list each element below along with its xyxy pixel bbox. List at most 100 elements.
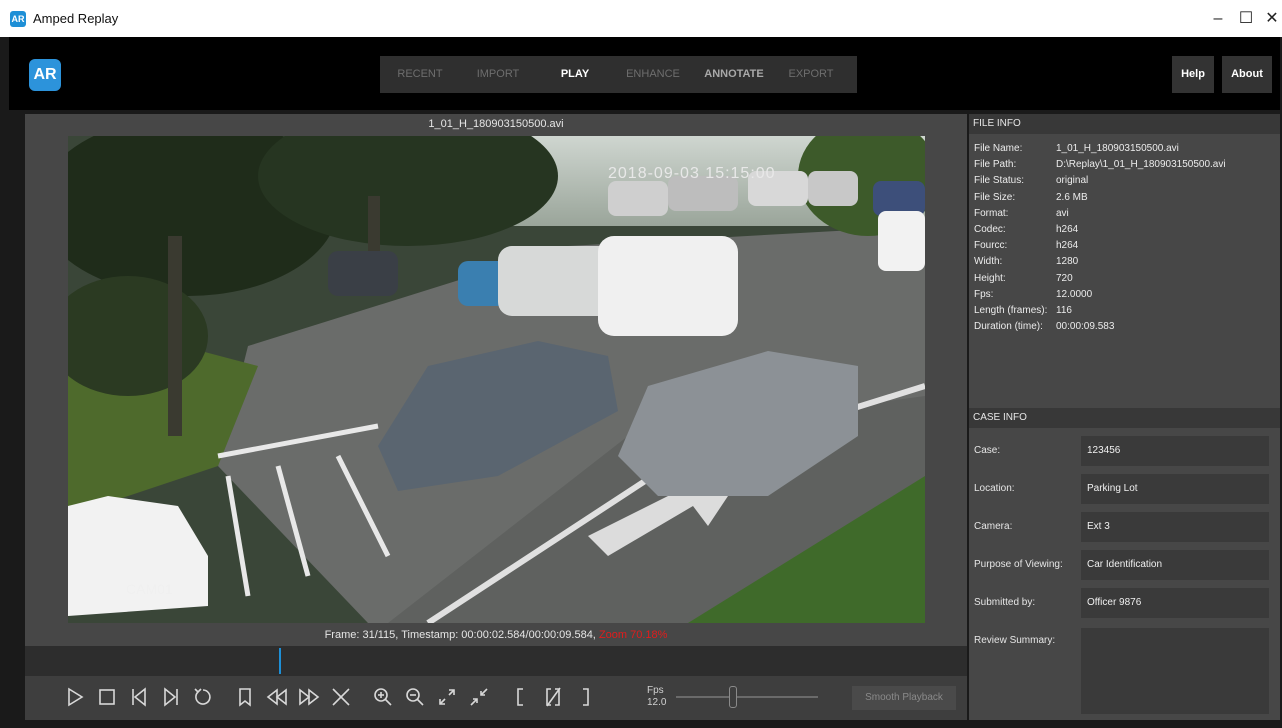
file-info-row: Fourcc: h264 — [974, 238, 1280, 254]
fps-slider-track[interactable] — [676, 696, 818, 698]
frame-timestamp-text: Frame: 31/115, Timestamp: 00:00:02.584/0… — [324, 629, 596, 641]
fps-value: 12.0 — [647, 697, 667, 708]
about-button[interactable]: About — [1222, 56, 1272, 93]
file-info-header: FILE INFO — [969, 114, 1280, 134]
purpose-field[interactable]: Car Identification — [1081, 550, 1269, 580]
mark-in-button[interactable] — [509, 684, 533, 710]
zoom-out-button[interactable] — [403, 684, 427, 710]
clear-marks-icon — [546, 687, 561, 707]
tab-enhance[interactable]: ENHANCE — [614, 56, 692, 93]
submitted-by-label: Submitted by: — [974, 597, 1036, 608]
zoom-in-icon — [374, 688, 392, 706]
bookmark-button[interactable] — [233, 684, 257, 710]
case-info-panel: CASE INFO Case: 123456 Location: Parking… — [969, 408, 1280, 720]
clear-marks-button[interactable] — [541, 684, 565, 710]
loop-icon — [194, 688, 211, 705]
mark-in-icon — [517, 688, 523, 706]
file-info-value: 2.6 MB — [1056, 191, 1088, 203]
case-info-header: CASE INFO — [969, 408, 1280, 428]
file-info-row: Height: 720 — [974, 271, 1280, 287]
file-info-key: Width: — [974, 256, 1003, 268]
file-info-value: avi — [1056, 207, 1069, 219]
previous-frame-button[interactable] — [127, 684, 151, 710]
loop-button[interactable] — [191, 684, 215, 710]
review-summary-field[interactable] — [1081, 628, 1269, 714]
file-info-key: Duration (time): — [974, 321, 1043, 333]
close-video-button[interactable] — [329, 684, 353, 710]
timeline-playhead[interactable] — [279, 648, 281, 674]
file-info-row: File Path: D:\Replay\1_01_H_180903150500.… — [974, 157, 1280, 173]
file-info-key: Fps: — [974, 288, 994, 300]
file-info-row: File Name: 1_01_H_180903150500.avi — [974, 141, 1280, 157]
camera-label: Camera: — [974, 521, 1013, 532]
fps-label: Fps — [647, 685, 664, 696]
overlay-timestamp: 2018-09-03 15:15:00 — [608, 165, 776, 182]
zoom-in-button[interactable] — [371, 684, 395, 710]
location-field[interactable]: Parking Lot — [1081, 474, 1269, 504]
tab-export[interactable]: EXPORT — [776, 56, 846, 93]
file-info-value: 1280 — [1056, 256, 1079, 268]
location-label: Location: — [974, 483, 1015, 494]
video-title: 1_01_H_180903150500.avi — [428, 118, 564, 130]
stop-button[interactable] — [95, 684, 119, 710]
file-info-value: h264 — [1056, 240, 1079, 252]
fps-slider-thumb[interactable] — [729, 686, 737, 708]
file-info-key: File Status: — [974, 175, 1025, 187]
case-label: Case: — [974, 445, 1001, 456]
zoom-level-text: Zoom 70.18% — [598, 629, 668, 641]
file-info-value: 00:00:09.583 — [1056, 321, 1115, 333]
file-info-value: 12.0000 — [1056, 288, 1093, 300]
fps-readout: Fps 12.0 — [647, 685, 666, 709]
app-icon: AR — [10, 11, 26, 27]
video-frame[interactable]: 2018-09-03 15:15:00 CAM01 — [68, 136, 925, 623]
rewind-button[interactable] — [265, 684, 289, 710]
mark-out-button[interactable] — [573, 684, 597, 710]
file-info-row: Fps: 12.0000 — [974, 287, 1280, 303]
fit-expand-button[interactable] — [435, 684, 459, 710]
file-info-row: Duration (time): 00:00:09.583 — [974, 319, 1280, 335]
fit-shrink-button[interactable] — [467, 684, 491, 710]
play-icon — [68, 687, 84, 707]
file-info-value: 720 — [1056, 272, 1073, 284]
file-info-row: Format: avi — [974, 206, 1280, 222]
purpose-row: Purpose of Viewing: Car Identification — [969, 550, 1280, 580]
timeline-scrubber[interactable] — [25, 646, 967, 676]
file-info-list: File Name: 1_01_H_180903150500.avi File Pa… — [969, 134, 1280, 335]
help-button[interactable]: Help — [1172, 56, 1214, 93]
window-titlebar: AR Amped Replay – ☐ ✕ — [0, 0, 1282, 37]
file-info-value: 116 — [1056, 304, 1072, 316]
smooth-playback-button[interactable]: Smooth Playback — [852, 686, 956, 710]
camera-field[interactable]: Ext 3 — [1081, 512, 1269, 542]
rewind-icon — [266, 688, 287, 706]
file-info-value: D:\Replay\1_01_H_180903150500.avi — [1056, 159, 1226, 171]
app-header: AR RECENT IMPORT PLAY ENHANCE ANNOTATE E… — [9, 37, 1280, 110]
fast-forward-button[interactable] — [297, 684, 321, 710]
close-window-button[interactable]: ✕ — [1255, 4, 1282, 34]
case-field[interactable]: 123456 — [1081, 436, 1269, 466]
file-info-value: 1_01_H_180903150500.avi — [1056, 143, 1179, 154]
submitted-by-field[interactable]: Officer 9876 — [1081, 588, 1269, 618]
file-info-key: File Path: — [974, 159, 1017, 171]
play-button[interactable] — [63, 684, 87, 710]
file-info-key: Height: — [974, 272, 1006, 284]
mark-out-icon — [583, 688, 589, 706]
frame-info: Frame: 31/115, Timestamp: 00:00:02.584/0… — [25, 624, 967, 646]
bookmark-icon — [239, 688, 251, 707]
main-nav: RECENT IMPORT PLAY ENHANCE ANNOTATE EXPO… — [380, 56, 857, 93]
file-info-key: File Size: — [974, 191, 1016, 203]
review-summary-label: Review Summary: — [974, 635, 1056, 646]
file-info-key: Fourcc: — [974, 240, 1008, 252]
camera-row: Camera: Ext 3 — [969, 512, 1280, 542]
tab-import[interactable]: IMPORT — [460, 56, 536, 93]
stop-icon — [99, 689, 115, 705]
fast-forward-icon — [299, 688, 320, 706]
tab-play[interactable]: PLAY — [536, 56, 614, 93]
file-info-row: Width: 1280 — [974, 254, 1280, 270]
file-info-key: Length (frames): — [974, 304, 1048, 316]
next-frame-button[interactable] — [159, 684, 183, 710]
playback-controls: Fps 12.0 Smooth Playback — [25, 676, 967, 720]
tab-recent[interactable]: RECENT — [380, 56, 460, 93]
previous-frame-icon — [132, 687, 146, 707]
zoom-out-icon — [406, 688, 424, 706]
tab-annotate[interactable]: ANNOTATE — [692, 56, 776, 93]
